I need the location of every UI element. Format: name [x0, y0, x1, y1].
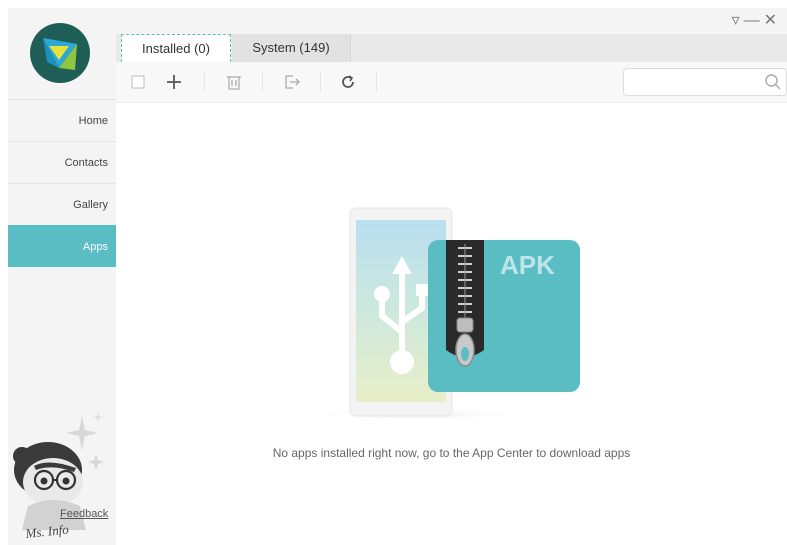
title-bar: ▿—✕ — [116, 8, 787, 34]
tab-system[interactable]: System (149) — [232, 34, 351, 62]
sidebar-nav: Home Contacts Gallery Apps — [8, 99, 116, 267]
main-panel: ▿—✕ Installed (0) System (149) APK No ap… — [116, 8, 787, 545]
add-button[interactable] — [162, 70, 186, 94]
menu-icon[interactable]: ▿ — [732, 12, 744, 29]
tab-installed[interactable]: Installed (0) — [121, 34, 231, 62]
delete-button[interactable] — [222, 70, 246, 94]
search-icon[interactable] — [764, 73, 782, 91]
checkbox-icon — [131, 75, 145, 89]
select-all-checkbox[interactable] — [126, 70, 150, 94]
apk-badge-text: APK — [500, 250, 555, 280]
sidebar-item-apps[interactable]: Apps — [8, 225, 116, 267]
empty-state-message: No apps installed right now, go to the A… — [272, 446, 631, 460]
search-input[interactable] — [630, 70, 764, 96]
toolbar — [116, 62, 787, 103]
empty-apps-illustration: APK — [306, 207, 580, 422]
delete-icon — [227, 76, 241, 90]
search-box — [623, 68, 787, 96]
export-button[interactable] — [280, 70, 304, 94]
toolbar-divider — [320, 72, 321, 92]
mascot-illustration: Ms. Info — [13, 412, 104, 541]
sidebar: Home Contacts Gallery Apps Ms. Info Feed… — [8, 8, 116, 545]
feedback-link[interactable]: Feedback — [60, 508, 108, 520]
refresh-button[interactable] — [336, 70, 360, 94]
minimize-icon[interactable]: — — [744, 12, 764, 29]
app-window: Home Contacts Gallery Apps Ms. Info Feed… — [8, 8, 787, 545]
sidebar-item-contacts[interactable]: Contacts — [8, 141, 116, 183]
sidebar-item-gallery[interactable]: Gallery — [8, 183, 116, 225]
app-logo — [30, 23, 90, 83]
sidebar-item-home[interactable]: Home — [8, 99, 116, 141]
refresh-icon — [342, 75, 354, 88]
export-icon — [285, 75, 300, 89]
window-controls: ▿—✕ — [732, 10, 781, 30]
tab-bar: Installed (0) System (149) — [116, 34, 787, 62]
toolbar-divider — [376, 72, 377, 92]
close-icon[interactable]: ✕ — [764, 12, 781, 29]
add-icon — [167, 75, 181, 89]
toolbar-divider — [262, 72, 263, 92]
toolbar-divider — [204, 72, 205, 92]
